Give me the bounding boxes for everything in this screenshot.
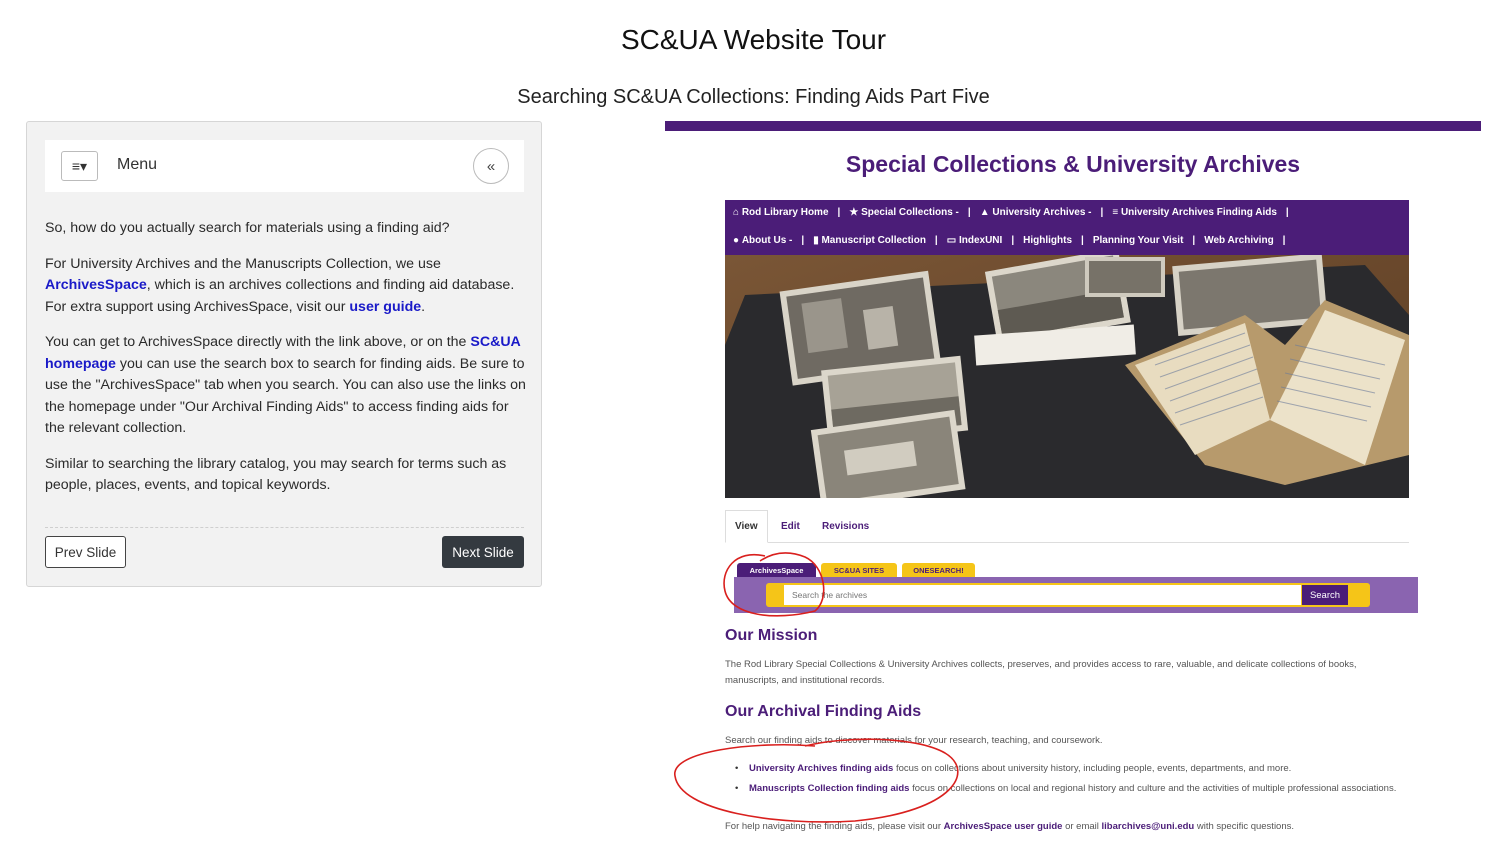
list-icon: ≡ [1112, 206, 1121, 218]
list-item: University Archives finding aids focus o… [725, 761, 1405, 777]
book-icon: ▮ [813, 234, 822, 246]
search-tab-archivesspace[interactable]: ArchivesSpace [737, 563, 816, 577]
nav-item[interactable]: About Us - [742, 235, 793, 246]
site-title: Special Collections & University Archive… [845, 151, 1301, 177]
text: For help navigating the finding aids, pl… [725, 821, 944, 832]
text: or email [1062, 821, 1102, 832]
page-title: SC&UA Website Tour [620, 24, 887, 55]
email-link[interactable]: libarchives@uni.edu [1102, 821, 1195, 832]
nav-item[interactable]: Web Archiving [1204, 235, 1273, 246]
divider [45, 527, 524, 528]
collapse-button[interactable]: « [473, 148, 509, 184]
university-archives-finding-aids-link[interactable]: University Archives finding aids [749, 763, 893, 774]
search-tab-onesearch[interactable]: ONESEARCH! [902, 563, 975, 577]
nav-item[interactable]: Manuscript Collection [821, 235, 925, 246]
tour-panel: ≡▾ Menu « So, how do you actually search… [26, 121, 542, 587]
prev-slide-button[interactable]: Prev Slide [45, 536, 126, 568]
nav-item[interactable]: University Archives - [992, 207, 1091, 218]
user-guide-link[interactable]: user guide [349, 299, 421, 315]
paragraph-3: You can get to ArchivesSpace directly wi… [45, 332, 527, 440]
nav-row-2: ● About Us - | ▮ Manuscript Collection | ▭… [733, 234, 1286, 246]
manuscripts-collection-finding-aids-link[interactable]: Manuscripts Collection finding aids [749, 783, 909, 794]
nav-item[interactable]: IndexUNI [959, 235, 1002, 246]
menu-label: Menu [117, 156, 158, 173]
nav-item[interactable]: Planning Your Visit [1093, 235, 1184, 246]
search-tab-scua-sites[interactable]: SC&UA SITES [821, 563, 897, 577]
home-icon: ⌂ [733, 206, 742, 218]
nav-item[interactable]: Special Collections - [861, 207, 959, 218]
nav-row-1: ⌂ Rod Library Home | ★ Special Collection… [733, 206, 1289, 218]
nav-item[interactable]: Highlights [1023, 235, 1072, 246]
website-screenshot: Special Collections & University Archive… [665, 121, 1481, 861]
text: focus on collections on local and region… [909, 783, 1397, 794]
archivesspace-link[interactable]: ArchivesSpace [45, 277, 147, 293]
archival-photos-image [725, 255, 1409, 498]
finding-aids-list: University Archives finding aids focus o… [725, 761, 1405, 797]
paragraph-1: So, how do you actually search for mater… [45, 220, 450, 236]
star-icon: ★ [849, 206, 862, 218]
list-item: Manuscripts Collection finding aids focu… [725, 781, 1405, 797]
hamburger-icon: ≡▾ [71, 157, 88, 174]
page-tabs: View Edit Revisions [725, 510, 1409, 543]
search-button[interactable]: Search [1302, 585, 1348, 605]
menu-bar: ≡▾ Menu « [45, 140, 524, 192]
archivesspace-user-guide-link[interactable]: ArchivesSpace user guide [944, 821, 1063, 832]
next-slide-button[interactable]: Next Slide [442, 536, 524, 568]
site-nav: ⌂ Rod Library Home | ★ Special Collection… [725, 200, 1409, 255]
slide-text: So, how do you actually search for mater… [45, 218, 527, 511]
newspaper-icon: ▭ [946, 234, 959, 246]
finding-aids-intro: Search our finding aids to discover mate… [725, 735, 1103, 746]
building-icon: ▲ [979, 206, 993, 218]
finding-aids-heading: Our Archival Finding Aids [725, 703, 922, 720]
tab-view[interactable]: View [725, 510, 768, 543]
page-subtitle: Searching SC&UA Collections: Finding Aid… [517, 86, 990, 108]
search-input[interactable] [784, 585, 1301, 605]
text: you can use the search box to search for… [45, 355, 526, 437]
info-icon: ● [733, 234, 742, 246]
search-input-wrapper: Search [766, 583, 1370, 607]
help-text: For help navigating the finding aids, pl… [725, 819, 1405, 835]
paragraph-2: For University Archives and the Manuscri… [45, 254, 527, 319]
search-box: ArchivesSpace SC&UA SITES ONESEARCH! Sea… [734, 563, 1418, 613]
text: focus on collections about university hi… [893, 763, 1292, 774]
mission-heading: Our Mission [725, 627, 818, 644]
text: For University Archives and the Manuscri… [45, 255, 441, 272]
hero-image [725, 255, 1409, 498]
menu-toggle-button[interactable]: ≡▾ [61, 151, 98, 181]
tab-revisions[interactable]: Revisions [822, 510, 869, 543]
text: You can get to ArchivesSpace directly wi… [45, 334, 471, 350]
text: with specific questions. [1194, 821, 1295, 832]
text: . [421, 298, 426, 315]
paragraph-4: Similar to searching the library catalog… [45, 455, 507, 494]
top-purple-bar [665, 121, 1481, 131]
nav-item[interactable]: Rod Library Home [742, 207, 829, 218]
tab-edit[interactable]: Edit [781, 510, 800, 543]
mission-text: The Rod Library Special Collections & Un… [725, 659, 1357, 686]
double-chevron-left-icon: « [486, 157, 496, 175]
nav-item[interactable]: University Archives Finding Aids [1121, 207, 1277, 218]
